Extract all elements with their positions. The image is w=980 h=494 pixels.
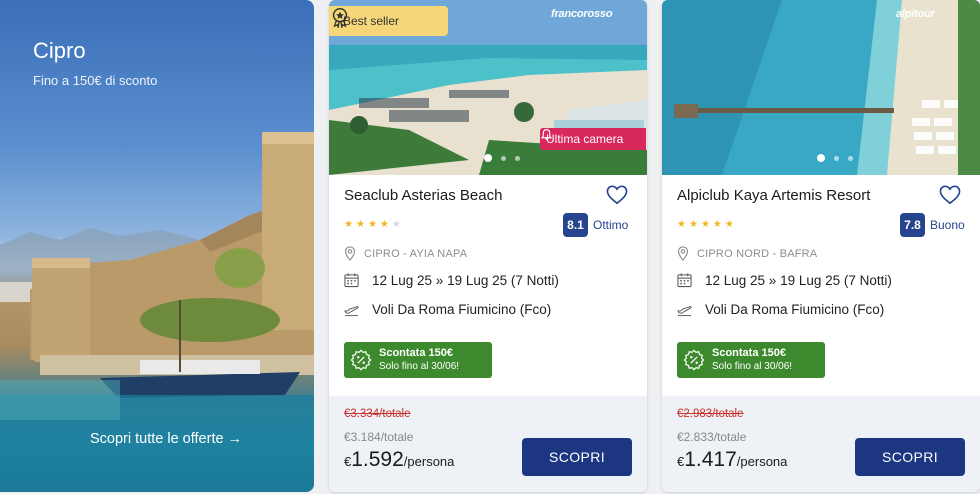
bell-icon [540,129,553,140]
best-seller-badge: Best seller [329,6,448,36]
discount-subtitle: Solo fino al 30/06! [379,361,460,372]
best-seller-label: Best seller [343,14,400,28]
hotel-card[interactable]: alpitour Alpiclub Kaya Artemis Resort ★ … [662,0,980,492]
price-unit: /persona [403,454,455,469]
score-value: 7.8 [900,213,925,237]
star-icon: ★ [688,219,698,230]
hotel-photo[interactable]: alpitour [662,0,980,175]
score-label: Ottimo [593,218,629,232]
carousel-dot[interactable] [501,155,506,161]
carousel-dots[interactable] [817,154,853,162]
star-icon: ★ [344,219,353,230]
price-section: €3.334/totale €3.184/totale €1.592/perso… [329,396,647,492]
discount-badge: Scontata 150€ Solo fino al 30/06! [677,342,825,378]
star-icon: ★ [379,219,389,230]
dates-label: 12 Lug 25 » 19 Lug 25 (7 Notti) [372,272,559,288]
star-icon: ★ [367,219,377,230]
hotel-photo-image [662,0,980,175]
star-icon: ★ [355,219,365,230]
discover-button[interactable]: SCOPRI [855,438,965,476]
star-icon: ★ [700,219,710,230]
arrow-right-icon: → [227,431,243,447]
flight-info: Voli Da Roma Fiumicino (Fco) [344,302,551,317]
promo-cta-link[interactable]: Scopri tutte le offerte → [90,431,242,447]
brand-logo: alpitour [896,8,935,20]
last-room-badge: Ultima camera [540,128,646,150]
calendar-icon [677,273,692,288]
hotel-card[interactable]: Best seller francorosso Ultima camera Se… [329,0,647,492]
flight-info: Voli Da Roma Fiumicino (Fco) [677,302,884,317]
promo-title: Cipro [33,38,86,63]
discount-title: Scontata 150€ [712,347,786,359]
brand-logo: francorosso [551,8,613,20]
calendar-icon [344,273,359,288]
promo-card-cyprus[interactable]: Cipro Fino a 150€ di sconto Scopri tutte… [0,0,314,492]
star-icon: ★ [677,219,686,230]
discount-subtitle: Solo fino al 30/06! [712,361,793,372]
hotel-name[interactable]: Seaclub Asterias Beach [344,187,502,204]
offers-carousel: Cipro Fino a 150€ di sconto Scopri tutte… [0,0,980,494]
price-total: €2.833/totale [677,430,747,444]
medal-icon [332,8,348,28]
score-value: 8.1 [563,213,588,237]
carousel-dot[interactable] [817,154,825,162]
location-pin-icon [677,246,689,261]
location-label: CIPRO - AYIA NAPA [364,247,468,260]
review-score: 8.1 Ottimo [563,213,628,237]
star-rating: ★ ★ ★ ★ ★ [344,219,401,230]
discount-icon [683,349,705,371]
flight-label: Voli Da Roma Fiumicino (Fco) [705,302,885,317]
price-total: €3.184/totale [344,430,414,444]
dates-label: 12 Lug 25 » 19 Lug 25 (7 Notti) [705,272,892,288]
review-score: 7.8 Buono [900,213,965,237]
price-original: €3.334/totale [344,408,411,420]
last-room-label: Ultima camera [546,132,624,146]
location-pin-icon [344,246,356,261]
score-label: Buono [930,218,965,232]
hotel-name[interactable]: Alpiclub Kaya Artemis Resort [677,187,870,204]
star-icon: ★ [724,219,734,230]
price-per-person: €1.417/persona [677,448,787,472]
star-rating: ★ ★ ★ ★ ★ [677,219,734,230]
carousel-dot[interactable] [848,155,853,161]
travel-dates: 12 Lug 25 » 19 Lug 25 (7 Notti) [344,272,559,288]
plane-icon [677,305,692,316]
star-icon: ★ [391,219,401,230]
discount-badge: Scontata 150€ Solo fino al 30/06! [344,342,492,378]
carousel-dots[interactable] [484,154,520,162]
price-unit: /persona [736,454,788,469]
carousel-dot[interactable] [515,155,520,161]
hotel-location: CIPRO - AYIA NAPA [344,246,467,261]
star-icon: ★ [712,219,722,230]
price-original: €2.983/totale [677,408,744,420]
price-amount: 1.417 [684,448,737,471]
flight-label: Voli Da Roma Fiumicino (Fco) [372,302,552,317]
heart-icon[interactable] [939,185,961,205]
carousel-dot[interactable] [834,155,839,161]
discount-title: Scontata 150€ [379,347,453,359]
price-per-person: €1.592/persona [344,448,454,472]
discover-button[interactable]: SCOPRI [522,438,632,476]
hotel-photo[interactable]: Best seller francorosso Ultima camera [329,0,647,175]
promo-cta-label: Scopri tutte le offerte [90,431,224,447]
hotel-location: CIPRO NORD - BAFRA [677,246,817,261]
promo-subtitle: Fino a 150€ di sconto [33,73,158,88]
travel-dates: 12 Lug 25 » 19 Lug 25 (7 Notti) [677,272,892,288]
location-label: CIPRO NORD - BAFRA [697,247,818,260]
carousel-dot[interactable] [484,154,492,162]
discount-icon [350,349,372,371]
plane-icon [344,305,359,316]
price-section: €2.983/totale €2.833/totale €1.417/perso… [662,396,980,492]
heart-icon[interactable] [606,185,628,205]
price-amount: 1.592 [351,448,404,471]
